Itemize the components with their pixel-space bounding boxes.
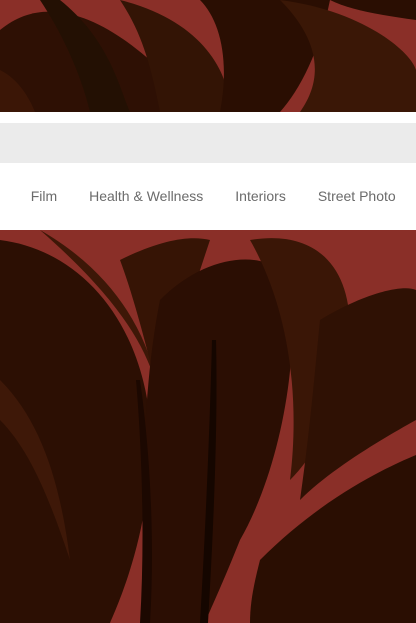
plant-leaves-illustration xyxy=(0,0,416,623)
topic-link-film[interactable]: Film xyxy=(15,163,73,229)
hero-image xyxy=(0,0,416,623)
topic-link-health-wellness[interactable]: Health & Wellness xyxy=(73,163,219,229)
topic-list: ion Film Health & Wellness Interiors Str… xyxy=(0,163,412,229)
topic-link[interactable]: ion xyxy=(0,163,15,229)
topic-navigation: ion Film Health & Wellness Interiors Str… xyxy=(0,163,416,229)
search-input[interactable] xyxy=(0,123,416,163)
topic-link-interiors[interactable]: Interiors xyxy=(219,163,302,229)
topic-link-street-photography[interactable]: Street Photo xyxy=(302,163,412,229)
